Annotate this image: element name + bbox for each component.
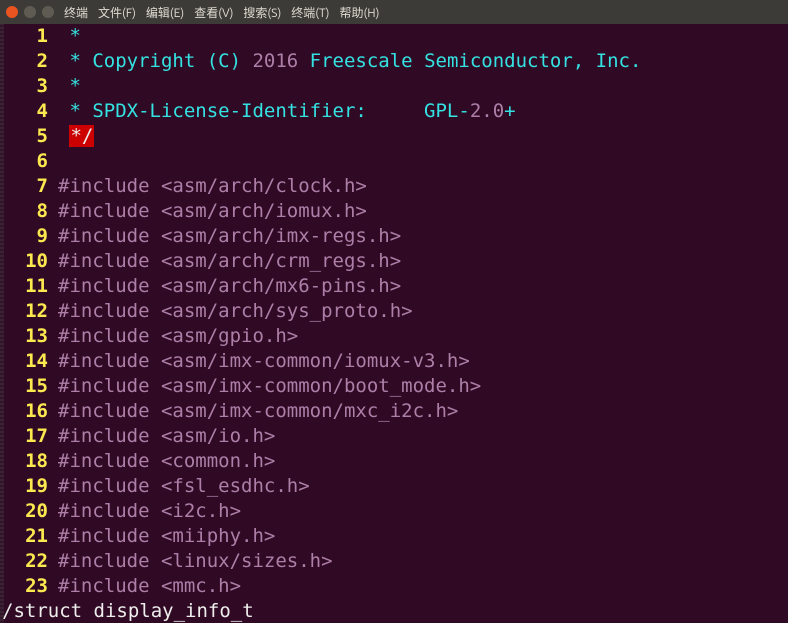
line-number: 6 bbox=[0, 149, 58, 174]
menubar: 终端 文件(F) 编辑(E) 查看(V) 搜索(S) 终端(T) 帮助(H) bbox=[64, 4, 379, 21]
code-text: #include <common.h> bbox=[58, 449, 275, 474]
code-line[interactable]: 1 * bbox=[0, 24, 788, 49]
left-decoration bbox=[0, 24, 4, 623]
line-number: 9 bbox=[0, 224, 58, 249]
menu-help[interactable]: 帮助(H) bbox=[339, 4, 379, 21]
window-minimize-button[interactable] bbox=[24, 6, 36, 18]
line-number: 7 bbox=[0, 174, 58, 199]
code-text: #include <i2c.h> bbox=[58, 499, 241, 524]
menu-terminal2[interactable]: 终端(T) bbox=[291, 4, 329, 21]
code-line[interactable]: 13#include <asm/gpio.h> bbox=[0, 324, 788, 349]
code-line[interactable]: 20#include <i2c.h> bbox=[0, 499, 788, 524]
code-line[interactable]: 3 * bbox=[0, 74, 788, 99]
code-text: #include <fsl_esdhc.h> bbox=[58, 474, 310, 499]
line-number: 11 bbox=[0, 274, 58, 299]
code-text: #include <miiphy.h> bbox=[58, 524, 275, 549]
code-line[interactable]: 2 * Copyright (C) 2016 Freescale Semicon… bbox=[0, 49, 788, 74]
code-text: #include <mmc.h> bbox=[58, 574, 241, 599]
line-number: 15 bbox=[0, 374, 58, 399]
code-area[interactable]: 1 *2 * Copyright (C) 2016 Freescale Semi… bbox=[0, 24, 788, 599]
window-controls bbox=[6, 6, 54, 18]
line-number: 22 bbox=[0, 549, 58, 574]
code-line[interactable]: 18#include <common.h> bbox=[0, 449, 788, 474]
code-text: #include <asm/arch/crm_regs.h> bbox=[58, 249, 401, 274]
code-text: #include <asm/arch/clock.h> bbox=[58, 174, 367, 199]
menu-view[interactable]: 查看(V) bbox=[194, 4, 233, 21]
code-text: * Copyright (C) 2016 Freescale Semicondu… bbox=[58, 49, 641, 74]
line-number: 10 bbox=[0, 249, 58, 274]
code-line[interactable]: 7#include <asm/arch/clock.h> bbox=[0, 174, 788, 199]
code-text: #include <linux/sizes.h> bbox=[58, 549, 333, 574]
code-text: * bbox=[58, 24, 81, 49]
menu-file[interactable]: 文件(F) bbox=[98, 4, 136, 21]
code-text: #include <asm/arch/sys_proto.h> bbox=[58, 299, 413, 324]
code-line[interactable]: 9#include <asm/arch/imx-regs.h> bbox=[0, 224, 788, 249]
code-text: #include <asm/imx-common/boot_mode.h> bbox=[58, 374, 481, 399]
code-text: #include <asm/imx-common/mxc_i2c.h> bbox=[58, 399, 458, 424]
code-line[interactable]: 11#include <asm/arch/mx6-pins.h> bbox=[0, 274, 788, 299]
line-number: 4 bbox=[0, 99, 58, 124]
code-line[interactable]: 21#include <miiphy.h> bbox=[0, 524, 788, 549]
menu-search[interactable]: 搜索(S) bbox=[243, 4, 281, 21]
line-number: 5 bbox=[0, 124, 58, 149]
code-line[interactable]: 6 bbox=[0, 149, 788, 174]
window-maximize-button[interactable] bbox=[42, 6, 54, 18]
line-number: 8 bbox=[0, 199, 58, 224]
code-line[interactable]: 16#include <asm/imx-common/mxc_i2c.h> bbox=[0, 399, 788, 424]
line-number: 23 bbox=[0, 574, 58, 599]
line-number: 17 bbox=[0, 424, 58, 449]
line-number: 16 bbox=[0, 399, 58, 424]
line-number: 19 bbox=[0, 474, 58, 499]
code-text: #include <asm/arch/imx-regs.h> bbox=[58, 224, 401, 249]
code-line[interactable]: 23#include <mmc.h> bbox=[0, 574, 788, 599]
line-number: 20 bbox=[0, 499, 58, 524]
code-line[interactable]: 4 * SPDX-License-Identifier: GPL-2.0+ bbox=[0, 99, 788, 124]
code-text: #include <asm/gpio.h> bbox=[58, 324, 298, 349]
line-number: 3 bbox=[0, 74, 58, 99]
code-line[interactable]: 14#include <asm/imx-common/iomux-v3.h> bbox=[0, 349, 788, 374]
code-text: #include <asm/imx-common/iomux-v3.h> bbox=[58, 349, 470, 374]
line-number: 21 bbox=[0, 524, 58, 549]
titlebar: 终端 文件(F) 编辑(E) 查看(V) 搜索(S) 终端(T) 帮助(H) bbox=[0, 0, 788, 24]
code-line[interactable]: 15#include <asm/imx-common/boot_mode.h> bbox=[0, 374, 788, 399]
menu-terminal[interactable]: 终端 bbox=[64, 4, 88, 21]
search-command-line[interactable]: /struct display_info_t bbox=[0, 599, 788, 623]
line-number: 13 bbox=[0, 324, 58, 349]
line-number: 2 bbox=[0, 49, 58, 74]
editor: 1 *2 * Copyright (C) 2016 Freescale Semi… bbox=[0, 24, 788, 623]
window-close-button[interactable] bbox=[6, 6, 18, 18]
code-line[interactable]: 5 */ bbox=[0, 124, 788, 149]
code-text: #include <asm/io.h> bbox=[58, 424, 275, 449]
line-number: 12 bbox=[0, 299, 58, 324]
code-line[interactable]: 10#include <asm/arch/crm_regs.h> bbox=[0, 249, 788, 274]
line-number: 1 bbox=[0, 24, 58, 49]
code-line[interactable]: 8#include <asm/arch/iomux.h> bbox=[0, 199, 788, 224]
code-line[interactable]: 19#include <fsl_esdhc.h> bbox=[0, 474, 788, 499]
code-text: * bbox=[58, 74, 81, 99]
menu-edit[interactable]: 编辑(E) bbox=[146, 4, 184, 21]
line-number: 18 bbox=[0, 449, 58, 474]
code-text: */ bbox=[58, 124, 94, 149]
code-text: #include <asm/arch/iomux.h> bbox=[58, 199, 367, 224]
line-number: 14 bbox=[0, 349, 58, 374]
code-line[interactable]: 22#include <linux/sizes.h> bbox=[0, 549, 788, 574]
code-text: * SPDX-License-Identifier: GPL-2.0+ bbox=[58, 99, 516, 124]
code-line[interactable]: 17#include <asm/io.h> bbox=[0, 424, 788, 449]
code-line[interactable]: 12#include <asm/arch/sys_proto.h> bbox=[0, 299, 788, 324]
code-text: #include <asm/arch/mx6-pins.h> bbox=[58, 274, 401, 299]
